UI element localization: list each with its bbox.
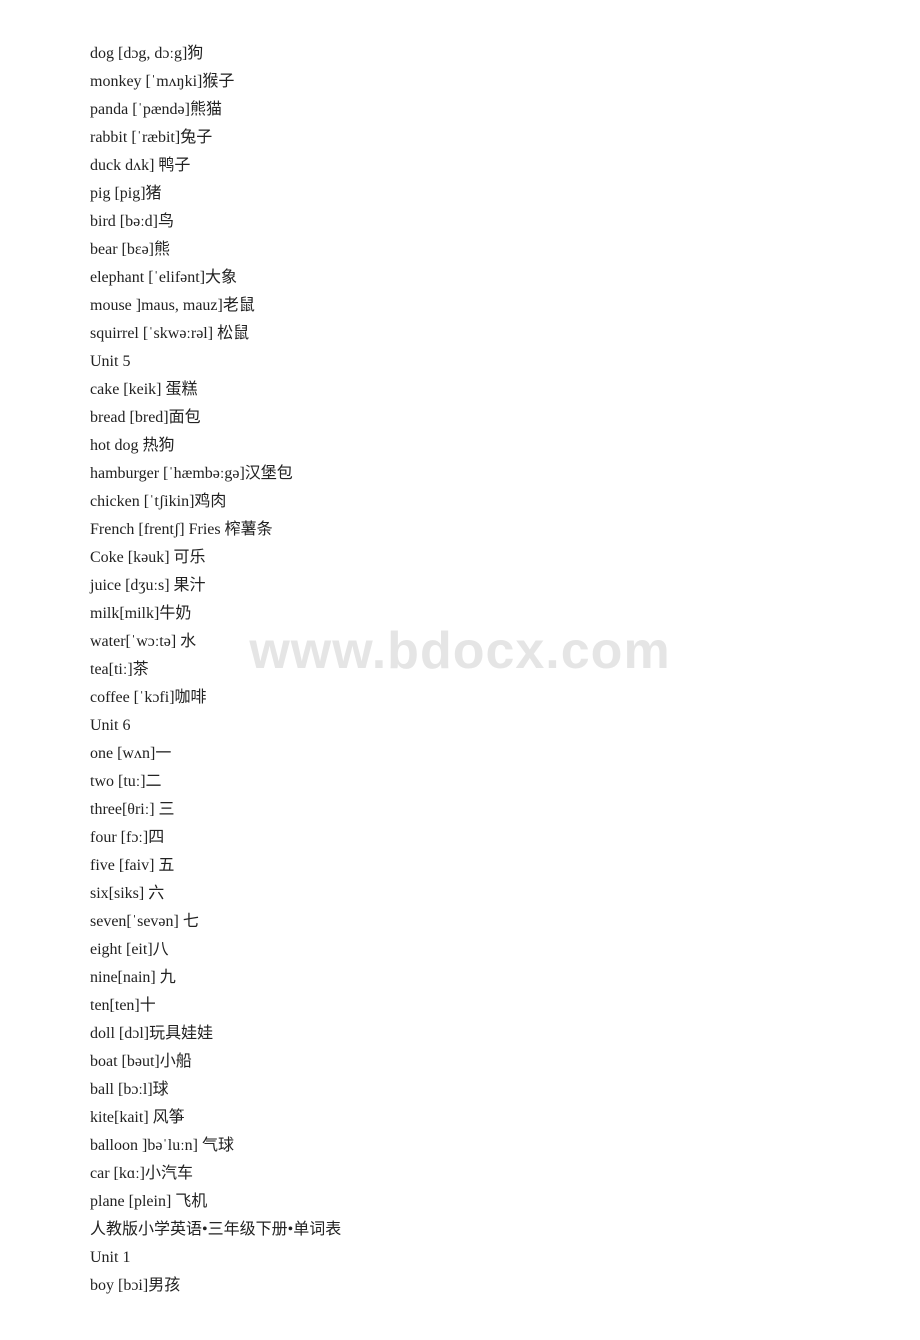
text-line: boat [bəut]小船	[90, 1048, 860, 1076]
text-line: Unit 6	[90, 712, 860, 740]
text-line: one [wʌn]一	[90, 740, 860, 768]
text-line: doll [dɔl]玩具娃娃	[90, 1020, 860, 1048]
text-line: Unit 1	[90, 1244, 860, 1272]
text-line: three[θriː] 三	[90, 796, 860, 824]
text-line: boy [bɔi]男孩	[90, 1272, 860, 1300]
text-line: juice [dʒuːs] 果汁	[90, 572, 860, 600]
text-line: balloon ]bəˈluːn] 气球	[90, 1132, 860, 1160]
text-line: chicken [ˈtʃikin]鸡肉	[90, 488, 860, 516]
text-line: eight [eit]八	[90, 936, 860, 964]
text-line: plane [plein] 飞机	[90, 1188, 860, 1216]
text-line: monkey [ˈmʌŋki]猴子	[90, 68, 860, 96]
text-line: mouse ]maus, mauz]老鼠	[90, 292, 860, 320]
text-line: dog [dɔg, dɔːg]狗	[90, 40, 860, 68]
text-line: four [fɔː]四	[90, 824, 860, 852]
content-area: dog [dɔg, dɔːg]狗monkey [ˈmʌŋki]猴子panda […	[90, 40, 860, 1300]
text-line: car [kɑː]小汽车	[90, 1160, 860, 1188]
text-line: five [faiv] 五	[90, 852, 860, 880]
text-line: bird [bəːd]鸟	[90, 208, 860, 236]
text-line: ball [bɔːl]球	[90, 1076, 860, 1104]
text-line: two [tuː]二	[90, 768, 860, 796]
text-line: six[siks] 六	[90, 880, 860, 908]
text-line: tea[tiː]茶	[90, 656, 860, 684]
text-line: duck dʌk] 鸭子	[90, 152, 860, 180]
text-line: water[ˈwɔːtə] 水	[90, 628, 860, 656]
text-line: pig [pig]猪	[90, 180, 860, 208]
text-line: Unit 5	[90, 348, 860, 376]
text-line: rabbit [ˈræbit]兔子	[90, 124, 860, 152]
text-line: elephant [ˈelifənt]大象	[90, 264, 860, 292]
text-line: cake [keik] 蛋糕	[90, 376, 860, 404]
text-line: French [frentʃ] Fries 榨薯条	[90, 516, 860, 544]
text-line: nine[nain] 九	[90, 964, 860, 992]
text-line: hamburger [ˈhæmbəːgə]汉堡包	[90, 460, 860, 488]
text-line: Coke [kəuk] 可乐	[90, 544, 860, 572]
text-line: hot dog 热狗	[90, 432, 860, 460]
text-line: coffee [ˈkɔfi]咖啡	[90, 684, 860, 712]
text-line: seven[ˈsevən] 七	[90, 908, 860, 936]
text-line: bear [bεə]熊	[90, 236, 860, 264]
text-line: milk[milk]牛奶	[90, 600, 860, 628]
text-line: bread [bred]面包	[90, 404, 860, 432]
text-line: squirrel [ˈskwəːrəl] 松鼠	[90, 320, 860, 348]
text-line: 人教版小学英语•三年级下册•单词表	[90, 1216, 860, 1244]
text-line: kite[kait] 风筝	[90, 1104, 860, 1132]
text-line: ten[ten]十	[90, 992, 860, 1020]
text-line: panda [ˈpændə]熊猫	[90, 96, 860, 124]
